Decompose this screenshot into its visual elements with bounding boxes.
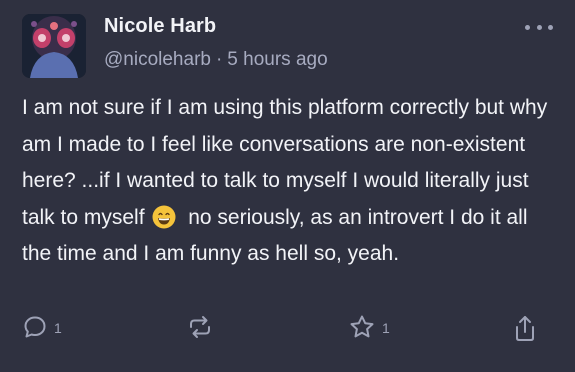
post-card[interactable]: Nicole Harb @nicoleharb · 5 hours ago I am… <box>0 0 575 372</box>
avatar-image <box>22 14 86 78</box>
author-handle[interactable]: @nicoleharb <box>104 49 211 70</box>
reply-button[interactable]: 1 <box>22 314 62 340</box>
post-text: I am not sure if I am using this platfor… <box>22 90 562 273</box>
reply-count: 1 <box>54 320 62 336</box>
like-count: 1 <box>382 320 390 336</box>
author-name[interactable]: Nicole Harb <box>104 15 216 38</box>
meta-separator: · <box>215 49 223 70</box>
share-button[interactable] <box>510 314 540 344</box>
grinning-face-emoji-icon <box>152 205 176 228</box>
repost-button[interactable] <box>186 314 214 340</box>
more-horizontal-icon <box>525 24 530 30</box>
post-actions: 1 1 <box>0 314 575 350</box>
post-time[interactable]: 5 hours ago <box>227 49 327 70</box>
reply-icon <box>24 316 46 338</box>
more-options-button[interactable] <box>525 20 553 34</box>
post-meta: @nicoleharb · 5 hours ago <box>104 49 328 71</box>
repost-icon <box>190 316 210 338</box>
star-icon <box>350 315 374 338</box>
avatar[interactable] <box>22 14 86 78</box>
like-button[interactable]: 1 <box>348 314 390 340</box>
share-icon <box>516 316 534 341</box>
